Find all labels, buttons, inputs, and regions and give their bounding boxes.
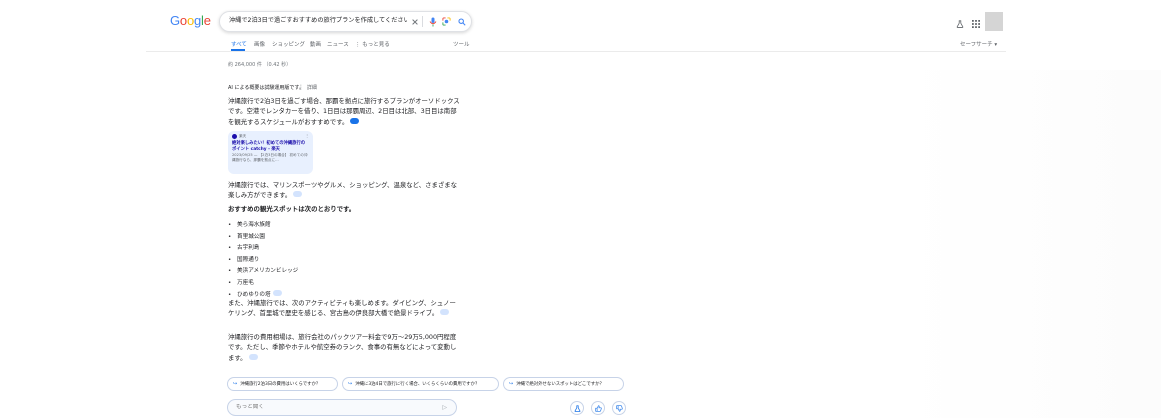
- thumbs-down-icon: [615, 404, 623, 412]
- search-input[interactable]: [229, 16, 407, 23]
- search-icon[interactable]: [456, 16, 467, 27]
- close-icon[interactable]: [409, 16, 420, 27]
- source-site: 楽天: [232, 134, 309, 139]
- list-item: 古宇利島: [228, 243, 298, 255]
- site-favicon-icon: [232, 134, 237, 139]
- ask-more-input[interactable]: [236, 404, 416, 410]
- flask-icon[interactable]: [956, 13, 964, 32]
- thumbs-up-icon: [594, 404, 602, 412]
- apps-grid-icon[interactable]: [972, 13, 980, 32]
- more-vert-icon[interactable]: ⋮: [305, 133, 309, 138]
- ai-activities: 沖縄旅行では、マリンスポーツやグルメ、ショッピング、温泉など、さまざまな楽しみ方…: [228, 180, 460, 201]
- followup-chip[interactable]: ↪ 沖縄旅行2泊3日の費用はいくらですか？: [227, 377, 338, 391]
- spots-heading: おすすめの観光スポットは次のとおりです。: [228, 205, 356, 213]
- cost-text: 沖縄旅行の費用相場は、旅行会社のパックツアー料金で9万〜29万5,000円程度で…: [228, 333, 457, 362]
- expand-chevron-icon[interactable]: [272, 290, 282, 297]
- ai-overview-label: AI による概要は試験運用版です。: [228, 85, 304, 91]
- labs-feedback-button[interactable]: [570, 401, 584, 415]
- activities2-text: また、沖縄旅行では、次のアクティビティも楽しめます。ダイビング、シュノーケリング…: [228, 299, 456, 318]
- activities-text: 沖縄旅行では、マリンスポーツやグルメ、ショッピング、温泉など、さまざまな楽しみ方…: [228, 181, 458, 200]
- tab-shopping[interactable]: ショッピング: [272, 40, 305, 48]
- ai-overview-intro: 沖縄旅行で2泊3日を過ごす場合、那覇を拠点に旅行するプランがオーソドックスです。…: [228, 96, 460, 127]
- tab-videos[interactable]: 動画: [310, 40, 321, 48]
- reply-arrow-icon: ↪: [509, 381, 514, 387]
- source-card[interactable]: 楽天 ⋮ 絶対楽しみたい！初めての沖縄旅行のポイント catchy - 楽天 2…: [228, 131, 313, 174]
- thumbs-up-button[interactable]: [591, 401, 605, 415]
- camera-lens-icon[interactable]: [441, 16, 452, 27]
- ask-more-box[interactable]: ▷: [227, 399, 457, 416]
- logo-letter: o: [186, 13, 194, 28]
- reply-arrow-icon: ↪: [348, 381, 353, 387]
- logo-letter: e: [203, 13, 211, 28]
- expand-chevron-icon[interactable]: [440, 309, 450, 316]
- logo-letter: G: [170, 13, 180, 28]
- source-site-name: 楽天: [239, 134, 247, 138]
- followup-chip[interactable]: ↪ 沖縄で絶対外せないスポットはどこですか？: [503, 377, 624, 391]
- ai-cost: 沖縄旅行の費用相場は、旅行会社のパックツアー料金で9万〜29万5,000円程度で…: [228, 332, 460, 363]
- list-item: 万座毛: [228, 278, 298, 290]
- list-item-label: ひめゆりの塔: [237, 291, 271, 298]
- result-stats: 約 264,000 件 （0.42 秒）: [228, 62, 292, 68]
- followup-chip[interactable]: ↪ 沖縄に3泊4日で旅行に行く場合、いくらくらいの費用ですか？: [342, 377, 499, 391]
- logo-letter: g: [193, 13, 202, 28]
- send-icon[interactable]: ▷: [442, 404, 447, 411]
- followup-label: 沖縄で絶対外せないスポットはどこですか？: [516, 382, 604, 387]
- google-logo[interactable]: Google: [170, 13, 211, 28]
- tab-news[interactable]: ニュース: [327, 40, 349, 48]
- source-title[interactable]: 絶対楽しみたい！初めての沖縄旅行のポイント catchy - 楽天: [232, 141, 309, 152]
- safesearch-menu[interactable]: セーフサーチ ▾: [960, 40, 997, 48]
- tab-all[interactable]: すべて: [231, 40, 247, 48]
- spots-list: 美ら海水族館 首里城公園 古宇利島 国際通り 美浜アメリカンビレッジ 万座毛 ひ…: [228, 220, 298, 301]
- list-item: 美浜アメリカンビレッジ: [228, 266, 298, 278]
- page-edge-shading: [900, 70, 1161, 418]
- flask-icon: [574, 404, 580, 412]
- more-vert-icon[interactable]: ⋮: [298, 84, 304, 91]
- list-item: 国際通り: [228, 255, 298, 267]
- source-snippet: 2023/09/25 — 【2泊3日の場合】 初めての沖縄旅行なら、那覇を拠点に…: [232, 153, 308, 162]
- expand-chevron-icon[interactable]: [293, 191, 303, 198]
- list-item: 美ら海水族館: [228, 220, 298, 232]
- ai-intro-text: 沖縄旅行で2泊3日を過ごす場合、那覇を拠点に旅行するプランがオーソドックスです。…: [228, 97, 460, 126]
- tabs-divider: [146, 51, 1006, 52]
- tab-more[interactable]: ⋮ もっと見る: [355, 40, 390, 48]
- followup-label: 沖縄に3泊4日で旅行に行く場合、いくらくらいの費用ですか？: [355, 382, 480, 387]
- ai-overview-more-link[interactable]: 詳細: [307, 85, 317, 91]
- microphone-icon[interactable]: [427, 16, 438, 27]
- ai-activities-2: また、沖縄旅行では、次のアクティビティも楽しめます。ダイビング、シュノーケリング…: [228, 298, 460, 319]
- reply-arrow-icon: ↪: [233, 381, 238, 387]
- logo-letter: o: [179, 13, 187, 28]
- expand-chevron-icon[interactable]: [350, 117, 360, 124]
- followup-label: 沖縄旅行2泊3日の費用はいくらですか？: [240, 382, 321, 387]
- tab-images[interactable]: 画像: [254, 40, 265, 48]
- thumbs-down-button[interactable]: [612, 401, 626, 415]
- tab-tools[interactable]: ツール: [453, 40, 470, 48]
- expand-chevron-icon[interactable]: [248, 353, 258, 360]
- search-box[interactable]: [219, 11, 472, 32]
- list-item: 首里城公園: [228, 232, 298, 244]
- search-divider: [422, 16, 423, 27]
- avatar[interactable]: [985, 12, 1003, 31]
